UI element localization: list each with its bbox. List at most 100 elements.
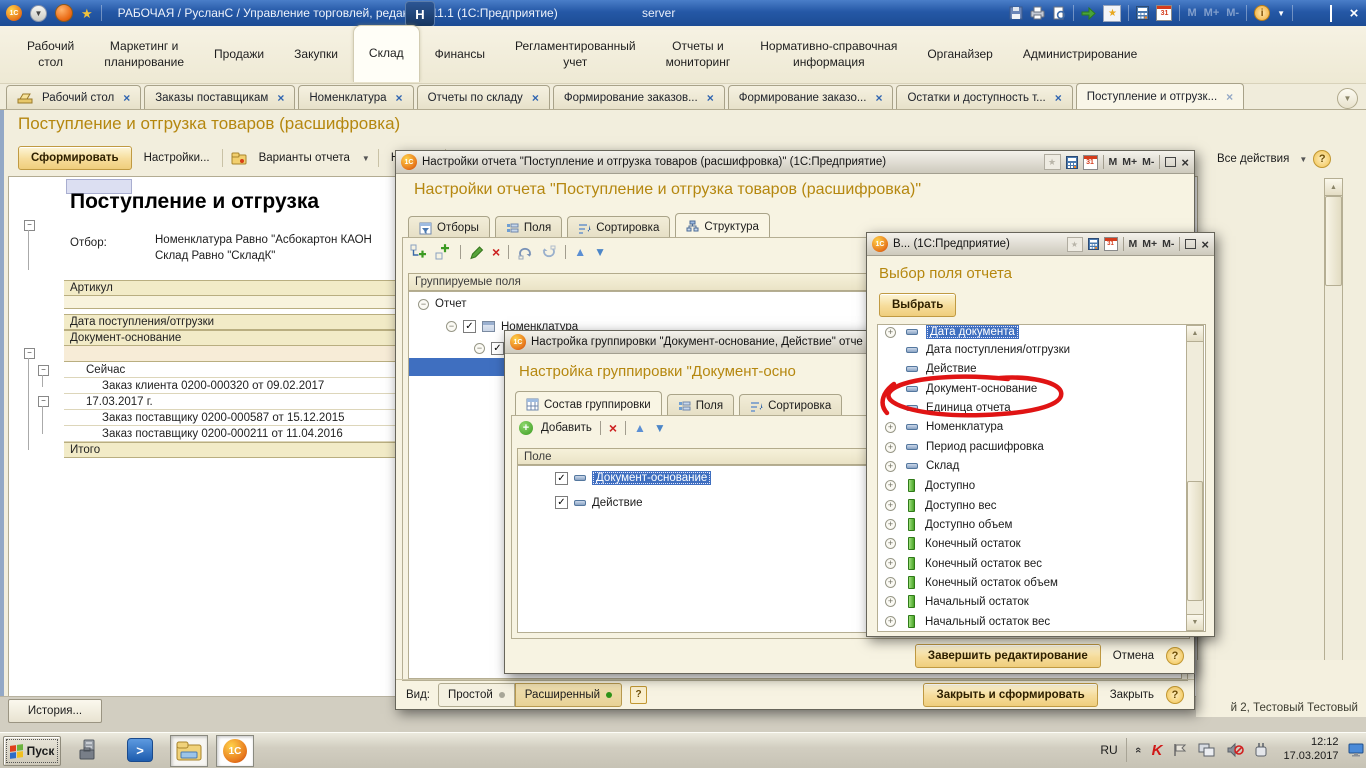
scrollbar-thumb[interactable] bbox=[1187, 481, 1203, 601]
history-button[interactable]: История... bbox=[8, 699, 102, 723]
field-item[interactable]: +Начальный остаток bbox=[885, 595, 1029, 608]
checkbox-checked[interactable]: ✓ bbox=[491, 342, 504, 355]
favorites-badge-icon[interactable]: ★ bbox=[1044, 154, 1061, 170]
tab-list-dropdown-icon[interactable]: ▼ bbox=[1337, 88, 1358, 109]
tab-close-icon[interactable]: × bbox=[1226, 90, 1233, 104]
tab-sorting[interactable]: Сортировка bbox=[739, 394, 842, 417]
calendar-icon[interactable]: 31 bbox=[1156, 5, 1172, 21]
expand-icon[interactable]: + bbox=[885, 422, 896, 433]
move-out-of-group-icon[interactable] bbox=[541, 245, 557, 260]
add-button-label[interactable]: Добавить bbox=[541, 422, 592, 434]
tab-sorting[interactable]: Сортировка bbox=[567, 216, 670, 239]
field-item[interactable]: +Номенклатура bbox=[885, 421, 1003, 433]
group-collapse-icon[interactable]: − bbox=[24, 220, 35, 231]
doc-tab-warehouse-reports[interactable]: Отчеты по складу× bbox=[417, 85, 550, 109]
expand-icon[interactable]: + bbox=[885, 327, 896, 338]
memory-m-button[interactable]: M bbox=[1129, 238, 1138, 250]
network-tray-icon[interactable] bbox=[1194, 735, 1220, 765]
expand-icon[interactable]: + bbox=[885, 538, 896, 549]
expand-icon[interactable]: + bbox=[885, 500, 896, 511]
close-button[interactable]: × bbox=[1201, 237, 1209, 252]
menu-tab-administration[interactable]: Администрирование bbox=[1008, 26, 1152, 83]
menu-tab-reference-info[interactable]: Нормативно-справочная информация bbox=[745, 26, 912, 83]
calculator-icon[interactable] bbox=[1088, 238, 1099, 250]
expand-icon[interactable]: + bbox=[885, 480, 896, 491]
tab-group-content[interactable]: Состав группировки bbox=[515, 391, 662, 417]
calculator-icon[interactable] bbox=[1136, 6, 1149, 20]
doc-tab-supplier-orders[interactable]: Заказы поставщикам× bbox=[144, 85, 295, 109]
doc-tab-desktop[interactable]: Рабочий стол × bbox=[6, 85, 141, 109]
tab-close-icon[interactable]: × bbox=[1055, 91, 1062, 105]
volume-muted-tray-icon[interactable] bbox=[1222, 735, 1248, 765]
dialog-titlebar[interactable]: 1С Настройки отчета "Поступление и отгру… bbox=[396, 151, 1194, 174]
close-button[interactable]: × bbox=[1346, 5, 1362, 22]
view-help-icon[interactable]: ? bbox=[630, 686, 647, 704]
memory-m-minus-button[interactable]: M- bbox=[1142, 156, 1154, 168]
menu-tab-sales[interactable]: Продажи bbox=[199, 26, 279, 83]
taskbar-1c-icon[interactable]: 1С bbox=[216, 735, 254, 767]
finish-editing-button[interactable]: Завершить редактирование bbox=[915, 644, 1101, 668]
add-element-icon[interactable] bbox=[435, 244, 452, 260]
clock[interactable]: 12:1217.03.2017 bbox=[1276, 735, 1346, 765]
move-down-icon[interactable]: ▼ bbox=[654, 421, 666, 435]
field-item[interactable]: +Доступно bbox=[885, 479, 975, 492]
help-icon[interactable]: ? bbox=[1166, 647, 1184, 665]
expand-icon[interactable]: + bbox=[885, 519, 896, 530]
favorites-badge-icon[interactable]: ★ bbox=[1067, 237, 1083, 252]
calculator-icon[interactable] bbox=[1066, 156, 1078, 169]
close-button[interactable]: × bbox=[1181, 155, 1189, 170]
checkbox-checked[interactable]: ✓ bbox=[555, 472, 568, 485]
tree-row-report[interactable]: − Отчет bbox=[418, 298, 467, 310]
tab-filters[interactable]: Отборы bbox=[408, 216, 490, 239]
memory-m-plus-button[interactable]: M+ bbox=[1142, 238, 1157, 250]
tab-fields[interactable]: Поля bbox=[667, 394, 734, 417]
flag-tray-icon[interactable] bbox=[1168, 735, 1192, 765]
favorites-star-icon[interactable]: ★ bbox=[81, 7, 93, 20]
close-dialog-button[interactable]: Закрыть bbox=[1106, 689, 1158, 701]
collapse-icon[interactable]: − bbox=[474, 343, 485, 354]
doc-tab-nomenclature[interactable]: Номенклатура× bbox=[298, 85, 413, 109]
expand-icon[interactable]: + bbox=[885, 558, 896, 569]
view-simple-toggle[interactable]: Простой bbox=[438, 683, 515, 707]
tab-structure[interactable]: Структура bbox=[675, 213, 770, 239]
taskbar-folder-icon[interactable] bbox=[170, 735, 208, 767]
view-extended-toggle[interactable]: Расширенный bbox=[515, 683, 622, 707]
tray-expand-icon[interactable]: « bbox=[1130, 735, 1146, 765]
orange-circle-icon[interactable] bbox=[55, 4, 73, 22]
info-icon[interactable]: i bbox=[1254, 5, 1270, 21]
menu-tab-desktop[interactable]: Рабочий стол bbox=[12, 26, 89, 83]
move-into-group-icon[interactable] bbox=[517, 245, 533, 260]
restore-button[interactable] bbox=[1323, 6, 1339, 21]
field-item[interactable]: Дата поступления/отгрузки bbox=[906, 344, 1070, 356]
print-preview-icon[interactable] bbox=[1052, 6, 1066, 20]
memory-m-minus-button[interactable]: M- bbox=[1226, 7, 1239, 19]
variants-dropdown-icon[interactable]: ▼ bbox=[362, 154, 370, 163]
scroll-up-icon[interactable]: ▲ bbox=[1186, 325, 1204, 342]
menu-tab-organizer[interactable]: Органайзер bbox=[912, 26, 1008, 83]
checkbox-checked[interactable]: ✓ bbox=[555, 496, 568, 509]
menu-tab-reports-monitoring[interactable]: Отчеты и мониторинг bbox=[651, 26, 746, 83]
delete-icon[interactable]: × bbox=[609, 421, 617, 435]
help-icon[interactable]: ? bbox=[1313, 150, 1331, 168]
field-item[interactable]: Единица отчета bbox=[906, 402, 1011, 414]
dialog-titlebar[interactable]: 1С В... (1С:Предприятие) ★ 31 M M+ M- × bbox=[867, 233, 1214, 256]
expand-icon[interactable]: + bbox=[885, 577, 896, 588]
group-collapse-icon[interactable]: − bbox=[24, 348, 35, 359]
field-item[interactable]: +Склад bbox=[885, 460, 959, 472]
grouping-row-selected[interactable]: ✓ Документ-основание bbox=[555, 471, 711, 485]
add-group-icon[interactable] bbox=[410, 244, 427, 260]
start-button[interactable]: Пуск bbox=[3, 736, 61, 766]
field-item[interactable]: +Конечный остаток объем bbox=[885, 576, 1058, 589]
move-up-icon[interactable]: ▲ bbox=[574, 245, 586, 259]
tab-close-icon[interactable]: × bbox=[277, 91, 284, 105]
move-up-icon[interactable]: ▲ bbox=[634, 421, 646, 435]
doc-tab-order-generation-2[interactable]: Формирование заказо...× bbox=[728, 85, 894, 109]
field-item[interactable]: +Доступно объем bbox=[885, 518, 1012, 531]
menu-tab-warehouse[interactable]: Склад bbox=[353, 25, 420, 82]
menu-tab-finance[interactable]: Финансы bbox=[420, 26, 500, 83]
calendar-icon[interactable]: 31 bbox=[1104, 237, 1118, 251]
memory-m-button[interactable]: M bbox=[1109, 156, 1118, 168]
tab-close-icon[interactable]: × bbox=[532, 91, 539, 105]
taskbar-powershell-icon[interactable]: > bbox=[122, 735, 158, 765]
checkbox-checked[interactable]: ✓ bbox=[463, 320, 476, 333]
